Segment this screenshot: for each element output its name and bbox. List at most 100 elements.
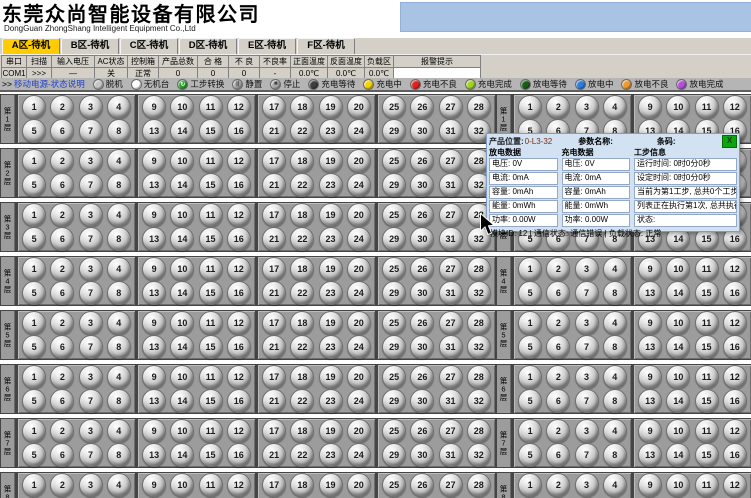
battery-slot[interactable]: 2	[546, 365, 570, 389]
battery-slot[interactable]: 19	[319, 257, 343, 281]
battery-slot[interactable]: 6	[546, 389, 570, 413]
battery-slot[interactable]: 20	[347, 365, 371, 389]
battery-slot[interactable]: 12	[227, 257, 251, 281]
battery-slot[interactable]: 15	[695, 335, 719, 359]
battery-slot[interactable]: 4	[603, 365, 627, 389]
battery-slot[interactable]: 16	[723, 443, 747, 467]
battery-slot[interactable]: 24	[347, 335, 371, 359]
battery-slot[interactable]: 8	[107, 443, 131, 467]
battery-slot[interactable]: 11	[199, 473, 223, 497]
battery-slot[interactable]: 20	[347, 95, 371, 119]
battery-slot[interactable]: 9	[142, 203, 166, 227]
battery-slot[interactable]: 23	[319, 335, 343, 359]
battery-slot[interactable]: 24	[347, 389, 371, 413]
battery-slot[interactable]: 27	[439, 257, 463, 281]
battery-slot[interactable]: 14	[170, 335, 194, 359]
battery-slot[interactable]: 18	[290, 311, 314, 335]
battery-slot[interactable]: 4	[107, 473, 131, 497]
battery-slot[interactable]: 25	[382, 149, 406, 173]
battery-slot[interactable]: 9	[638, 419, 662, 443]
battery-slot[interactable]: 31	[439, 335, 463, 359]
battery-slot[interactable]: 1	[22, 149, 46, 173]
battery-slot[interactable]: 1	[22, 95, 46, 119]
tab-zone-c[interactable]: C区-待机	[120, 38, 178, 54]
battery-slot[interactable]: 21	[262, 119, 286, 143]
battery-slot[interactable]: 1	[518, 365, 542, 389]
battery-slot[interactable]: 14	[170, 443, 194, 467]
battery-slot[interactable]: 7	[575, 443, 599, 467]
battery-slot[interactable]: 6	[50, 443, 74, 467]
battery-slot[interactable]: 3	[575, 257, 599, 281]
battery-slot[interactable]: 8	[603, 389, 627, 413]
battery-slot[interactable]: 10	[666, 473, 690, 497]
battery-slot[interactable]: 12	[227, 311, 251, 335]
battery-slot[interactable]: 4	[107, 95, 131, 119]
battery-slot[interactable]: 12	[227, 95, 251, 119]
battery-slot[interactable]: 10	[170, 419, 194, 443]
battery-slot[interactable]: 1	[518, 95, 542, 119]
tab-zone-f[interactable]: F区-待机	[297, 38, 355, 54]
battery-slot[interactable]: 29	[382, 173, 406, 197]
battery-slot[interactable]: 16	[227, 119, 251, 143]
battery-slot[interactable]: 16	[227, 389, 251, 413]
battery-slot[interactable]: 19	[319, 365, 343, 389]
battery-slot[interactable]: 21	[262, 173, 286, 197]
battery-slot[interactable]: 6	[546, 281, 570, 305]
battery-slot[interactable]: 25	[382, 311, 406, 335]
battery-slot[interactable]: 7	[79, 119, 103, 143]
battery-slot[interactable]: 14	[666, 335, 690, 359]
battery-slot[interactable]: 5	[518, 335, 542, 359]
battery-slot[interactable]: 13	[142, 281, 166, 305]
battery-slot[interactable]: 13	[638, 335, 662, 359]
battery-slot[interactable]: 15	[695, 443, 719, 467]
battery-slot[interactable]: 6	[50, 281, 74, 305]
battery-slot[interactable]: 2	[50, 149, 74, 173]
battery-slot[interactable]: 6	[50, 335, 74, 359]
battery-slot[interactable]: 16	[227, 335, 251, 359]
battery-slot[interactable]: 11	[695, 257, 719, 281]
battery-slot[interactable]: 26	[410, 419, 434, 443]
battery-slot[interactable]: 1	[22, 257, 46, 281]
battery-slot[interactable]: 9	[142, 149, 166, 173]
battery-slot[interactable]: 11	[695, 419, 719, 443]
battery-slot[interactable]: 12	[227, 203, 251, 227]
battery-slot[interactable]: 24	[347, 227, 371, 251]
battery-slot[interactable]: 9	[638, 473, 662, 497]
battery-slot[interactable]: 11	[199, 203, 223, 227]
battery-slot[interactable]: 3	[575, 365, 599, 389]
battery-slot[interactable]: 12	[227, 473, 251, 497]
battery-slot[interactable]: 27	[439, 203, 463, 227]
battery-slot[interactable]: 18	[290, 419, 314, 443]
battery-slot[interactable]: 11	[695, 311, 719, 335]
battery-slot[interactable]: 10	[666, 419, 690, 443]
battery-slot[interactable]: 5	[518, 281, 542, 305]
battery-slot[interactable]: 14	[170, 389, 194, 413]
battery-slot[interactable]: 16	[723, 281, 747, 305]
battery-slot[interactable]: 11	[199, 365, 223, 389]
battery-slot[interactable]: 8	[107, 389, 131, 413]
battery-slot[interactable]: 1	[518, 257, 542, 281]
battery-slot[interactable]: 4	[603, 257, 627, 281]
battery-slot[interactable]: 21	[262, 335, 286, 359]
battery-slot[interactable]: 9	[142, 473, 166, 497]
battery-slot[interactable]: 12	[723, 473, 747, 497]
battery-slot[interactable]: 13	[638, 389, 662, 413]
battery-slot[interactable]: 8	[107, 281, 131, 305]
battery-slot[interactable]: 3	[575, 95, 599, 119]
battery-slot[interactable]: 4	[107, 311, 131, 335]
battery-slot[interactable]: 26	[410, 95, 434, 119]
battery-slot[interactable]: 11	[695, 365, 719, 389]
battery-slot[interactable]: 24	[347, 173, 371, 197]
battery-slot[interactable]: 20	[347, 149, 371, 173]
tab-zone-d[interactable]: D区-待机	[179, 38, 237, 54]
battery-slot[interactable]: 32	[467, 389, 491, 413]
battery-slot[interactable]: 1	[518, 473, 542, 497]
battery-slot[interactable]: 7	[79, 335, 103, 359]
battery-slot[interactable]: 25	[382, 473, 406, 497]
battery-slot[interactable]: 4	[603, 473, 627, 497]
battery-slot[interactable]: 9	[638, 95, 662, 119]
battery-slot[interactable]: 16	[227, 443, 251, 467]
battery-slot[interactable]: 1	[518, 311, 542, 335]
battery-slot[interactable]: 22	[290, 227, 314, 251]
battery-slot[interactable]: 3	[79, 149, 103, 173]
